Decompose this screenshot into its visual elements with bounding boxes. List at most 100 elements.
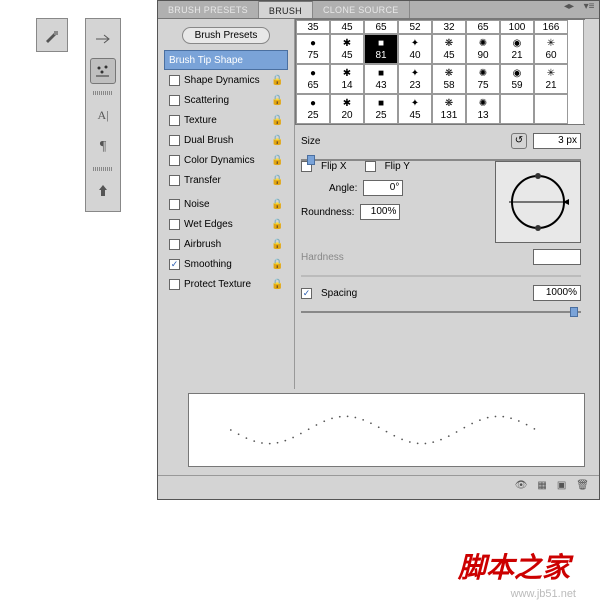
brush-thumb[interactable]: ❋45 bbox=[432, 34, 466, 64]
checkbox[interactable] bbox=[169, 239, 180, 250]
brush-thumb[interactable]: ✱45 bbox=[330, 34, 364, 64]
brush-thumb[interactable]: 32 bbox=[432, 20, 466, 34]
brush-thumb[interactable]: ✦40 bbox=[398, 34, 432, 64]
lock-icon[interactable]: 🔒 bbox=[271, 175, 283, 186]
checkbox[interactable] bbox=[169, 155, 180, 166]
angle-label: Angle: bbox=[329, 183, 357, 194]
flip-x-label: Flip X bbox=[321, 161, 347, 172]
size-label: Size bbox=[301, 136, 365, 147]
brush-thumb[interactable]: 65 bbox=[364, 20, 398, 34]
option-color-dynamics[interactable]: Color Dynamics🔒 bbox=[164, 150, 288, 170]
lock-icon[interactable]: 🔒 bbox=[271, 155, 283, 166]
opt-paragraph-icon[interactable]: ¶ bbox=[90, 134, 116, 160]
brush-thumb[interactable]: ◉59 bbox=[500, 64, 534, 94]
brush-thumb[interactable]: ✺75 bbox=[466, 64, 500, 94]
option-noise[interactable]: Noise🔒 bbox=[164, 194, 288, 214]
lock-icon[interactable]: 🔒 bbox=[271, 239, 283, 250]
option-transfer[interactable]: Transfer🔒 bbox=[164, 170, 288, 190]
separator bbox=[93, 91, 113, 95]
delete-icon[interactable]: 🗑 bbox=[576, 480, 589, 491]
brush-thumb[interactable]: ■25 bbox=[364, 94, 398, 124]
brush-thumb[interactable]: 35 bbox=[296, 20, 330, 34]
brush-thumb[interactable]: ■43 bbox=[364, 64, 398, 94]
brush-thumb[interactable]: ●75 bbox=[296, 34, 330, 64]
brush-thumb[interactable]: ✦45 bbox=[398, 94, 432, 124]
brush-thumb[interactable]: ✱20 bbox=[330, 94, 364, 124]
size-input[interactable]: 3 px bbox=[533, 133, 581, 149]
opt-flow-icon[interactable] bbox=[90, 26, 116, 52]
checkbox[interactable] bbox=[169, 95, 180, 106]
lock-icon[interactable]: 🔒 bbox=[271, 75, 283, 86]
brush-thumb[interactable]: 45 bbox=[330, 20, 364, 34]
brush-thumb[interactable]: ✺90 bbox=[466, 34, 500, 64]
brush-thumb[interactable]: ●65 bbox=[296, 64, 330, 94]
option-label: Protect Texture bbox=[184, 279, 271, 290]
tab-brush[interactable]: BRUSH bbox=[259, 1, 313, 18]
checkbox[interactable] bbox=[169, 175, 180, 186]
brush-presets-button[interactable]: Brush Presets bbox=[182, 27, 271, 44]
lock-icon[interactable]: 🔒 bbox=[271, 135, 283, 146]
brush-thumb[interactable]: ■81 bbox=[364, 34, 398, 64]
lock-icon[interactable]: 🔒 bbox=[271, 95, 283, 106]
create-icon[interactable]: ▣ bbox=[557, 480, 566, 491]
option-wet-edges[interactable]: Wet Edges🔒 bbox=[164, 214, 288, 234]
spacing-checkbox[interactable]: ✓ bbox=[301, 288, 312, 299]
brush-thumb[interactable]: ◉21 bbox=[500, 34, 534, 64]
checkbox[interactable] bbox=[169, 135, 180, 146]
brush-thumb[interactable]: ❋58 bbox=[432, 64, 466, 94]
checkbox[interactable] bbox=[169, 75, 180, 86]
option-label: Shape Dynamics bbox=[184, 75, 271, 86]
panel-collapse-icon[interactable]: ◂▸ bbox=[559, 1, 579, 18]
opt-reset-icon[interactable] bbox=[90, 178, 116, 204]
angle-dial[interactable] bbox=[495, 161, 581, 243]
brush-thumb[interactable]: ✺13 bbox=[466, 94, 500, 124]
scrollbar-thumb[interactable] bbox=[586, 72, 596, 90]
brush-thumb[interactable]: ✦23 bbox=[398, 64, 432, 94]
opt-scatter-icon[interactable] bbox=[90, 58, 116, 84]
brush-thumb[interactable]: ❋131 bbox=[432, 94, 466, 124]
brush-thumb[interactable]: ●25 bbox=[296, 94, 330, 124]
brush-thumb[interactable]: ✳21 bbox=[534, 64, 568, 94]
option-dual-brush[interactable]: Dual Brush🔒 bbox=[164, 130, 288, 150]
lock-icon[interactable]: 🔒 bbox=[271, 199, 283, 210]
tab-brush-presets[interactable]: BRUSH PRESETS bbox=[158, 1, 259, 18]
checkbox[interactable]: ✓ bbox=[169, 259, 180, 270]
checkbox[interactable] bbox=[169, 115, 180, 126]
option-label: Texture bbox=[184, 115, 271, 126]
option-shape-dynamics[interactable]: Shape Dynamics🔒 bbox=[164, 70, 288, 90]
brush-tool-icon[interactable] bbox=[40, 23, 64, 47]
checkbox[interactable] bbox=[169, 219, 180, 230]
lock-icon[interactable]: 🔒 bbox=[271, 115, 283, 126]
angle-input[interactable]: 0° bbox=[363, 180, 403, 196]
brush-thumb[interactable]: ✳60 bbox=[534, 34, 568, 64]
lock-icon[interactable]: 🔒 bbox=[271, 259, 283, 270]
brush-thumb[interactable]: 65 bbox=[466, 20, 500, 34]
spacing-input[interactable]: 1000% bbox=[533, 285, 581, 301]
tab-clone-source[interactable]: CLONE SOURCE bbox=[313, 1, 410, 18]
reset-size-icon[interactable]: ↺ bbox=[511, 133, 527, 149]
brush-thumb[interactable]: ✱14 bbox=[330, 64, 364, 94]
option-airbrush[interactable]: Airbrush🔒 bbox=[164, 234, 288, 254]
option-brush-tip-shape[interactable]: Brush Tip Shape bbox=[164, 50, 288, 70]
watermark: 脚本之家 bbox=[458, 546, 570, 586]
roundness-input[interactable]: 100% bbox=[360, 204, 400, 220]
option-scattering[interactable]: Scattering🔒 bbox=[164, 90, 288, 110]
opt-type-icon[interactable]: A| bbox=[90, 102, 116, 128]
option-texture[interactable]: Texture🔒 bbox=[164, 110, 288, 130]
option-protect-texture[interactable]: Protect Texture🔒 bbox=[164, 274, 288, 294]
checkbox[interactable] bbox=[169, 199, 180, 210]
toggle-preview-icon[interactable]: 👁 bbox=[515, 480, 528, 491]
panel-menu-icon[interactable]: ▾≡ bbox=[579, 1, 599, 18]
option-label: Scattering bbox=[184, 95, 271, 106]
lock-icon[interactable]: 🔒 bbox=[271, 279, 283, 290]
option-smoothing[interactable]: ✓Smoothing🔒 bbox=[164, 254, 288, 274]
brush-thumb[interactable]: 166 bbox=[534, 20, 568, 34]
panel-footer: 👁 ▦ ▣ 🗑 bbox=[158, 475, 599, 495]
brush-thumb[interactable]: 52 bbox=[398, 20, 432, 34]
lock-icon[interactable]: 🔒 bbox=[271, 219, 283, 230]
brush-thumb[interactable]: 100 bbox=[500, 20, 534, 34]
flip-y-checkbox[interactable] bbox=[365, 161, 376, 172]
new-preset-icon[interactable]: ▦ bbox=[537, 480, 546, 491]
hardness-input bbox=[533, 249, 581, 265]
checkbox[interactable] bbox=[169, 279, 180, 290]
